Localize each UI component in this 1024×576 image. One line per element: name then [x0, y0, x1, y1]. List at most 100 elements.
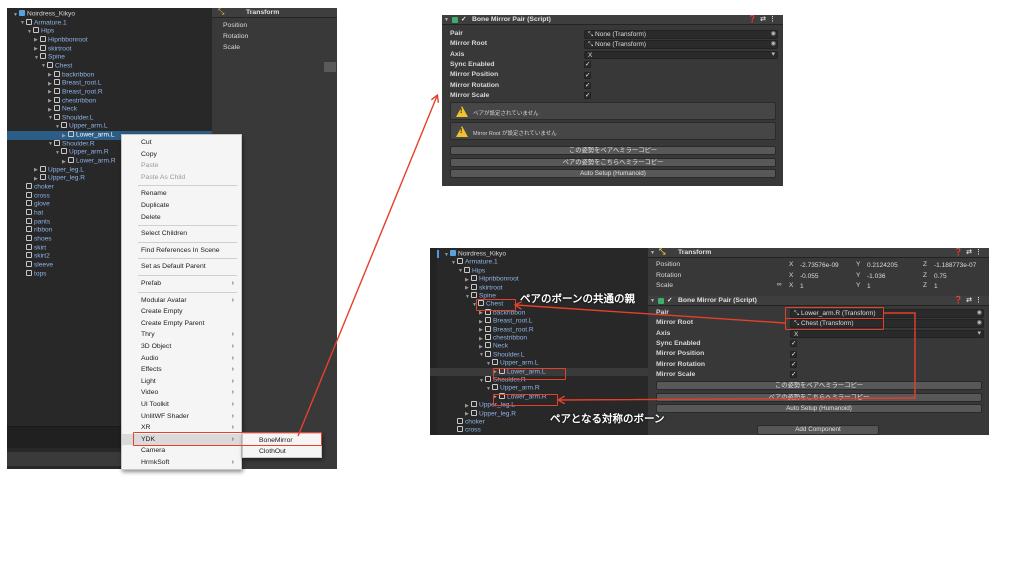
object-picker-icon[interactable]: ◉	[771, 41, 776, 48]
checkbox-mirror-position[interactable]: ✓	[790, 350, 797, 358]
presets-icon[interactable]: ⇄	[760, 16, 769, 23]
tree-row-chestribbon[interactable]: ▶ chestribbon	[7, 96, 212, 106]
menu-item-cut[interactable]: Cut	[122, 137, 241, 148]
menu-item-hrmksoft[interactable]: HrmkSoft ›	[122, 457, 241, 468]
menu-item-rename[interactable]: Rename	[122, 188, 241, 199]
menu-item-select-children[interactable]: Select Children	[122, 228, 241, 239]
checkbox-mirror-rotation[interactable]: ✓	[790, 361, 797, 368]
transform-rotation-x-field[interactable]: -0.055	[796, 271, 854, 280]
transform-position-z-field[interactable]: -1.188773e-07	[930, 261, 988, 270]
auto-setup-button[interactable]: Auto Setup (Humanoid)	[450, 169, 776, 178]
auto-setup-button[interactable]: Auto Setup (Humanoid)	[656, 404, 982, 414]
presets-icon[interactable]: ⇄	[966, 297, 975, 304]
enabled-checkbox[interactable]: ✓	[461, 15, 466, 25]
menu-item-light[interactable]: Light ›	[122, 376, 241, 387]
menu-item-camera[interactable]: Camera	[122, 445, 241, 456]
object-picker-icon[interactable]: ◉	[977, 320, 982, 327]
menu-item-effects[interactable]: Effects ›	[122, 364, 241, 375]
menu-item-ui-toolkit[interactable]: UI Toolkit ›	[122, 399, 241, 410]
tree-row-backribbon[interactable]: ▶ backribbon	[7, 70, 212, 80]
transform-rotation-y-field[interactable]: -1.036	[863, 271, 921, 280]
transform-scale-y-field[interactable]: 1	[863, 282, 921, 291]
tree-row-chestribbon[interactable]: ▶ chestribbon	[430, 334, 648, 343]
transform-header-icons[interactable]: ❓⇄⋮	[954, 248, 985, 258]
tree-row-hips[interactable]: ▼ Hips	[430, 266, 648, 276]
dropdown-arrow-icon[interactable]: ▾	[771, 52, 775, 58]
transform-position-x-field[interactable]: -2.73576e-09	[796, 261, 854, 270]
mirror-copy-from-pair-button[interactable]: ペアの姿勢をこちらへミラーコピー	[656, 392, 982, 402]
menu-item-set-as-default-parent[interactable]: Set as Default Parent	[122, 261, 241, 272]
tree-row-spine[interactable]: ▼ Spine	[7, 53, 212, 62]
tree-row-noirdress-kikyo[interactable]: ▼ Noirdress_Kikyo	[7, 10, 212, 19]
tree-row-neck[interactable]: ▶ Neck	[430, 342, 648, 351]
help-icon[interactable]: ❓	[954, 297, 966, 304]
tree-row-cross[interactable]: cross	[430, 426, 648, 435]
bottom-transform-header[interactable]: ▼ ⤡ Transform ❓⇄⋮	[648, 248, 989, 258]
menu-item-modular-avatar[interactable]: Modular Avatar ›	[122, 295, 241, 306]
foldout-arrow-icon[interactable]: ▼	[650, 296, 655, 306]
transform-position-y-field[interactable]: 0.2124205	[863, 261, 921, 270]
bottom-component-header[interactable]: ▼ ✓ Bone Mirror Pair (Script) ❓⇄⋮	[648, 296, 989, 306]
checkbox-mirror-rotation[interactable]: ✓	[584, 82, 591, 89]
checkbox-mirror-scale[interactable]: ✓	[584, 92, 591, 100]
tree-row-noirdress-kikyo[interactable]: ▼ Noirdress_Kikyo	[430, 250, 648, 259]
field-axis[interactable]: X ▾	[584, 50, 778, 60]
tree-row-shoulder-l[interactable]: ▼ Shoulder.L	[430, 350, 648, 360]
checkbox-mirror-position[interactable]: ✓	[584, 71, 591, 79]
foldout-arrow-icon[interactable]: ▼	[650, 248, 655, 258]
checkbox-sync-enabled[interactable]: ✓	[790, 340, 797, 348]
tree-row-neck[interactable]: ▶ Neck	[7, 105, 212, 114]
kebab-menu-icon[interactable]: ⋮	[975, 249, 985, 256]
tree-row-shoulder-l[interactable]: ▼ Shoulder.L	[7, 113, 212, 123]
menu-item-create-empty-parent[interactable]: Create Empty Parent	[122, 318, 241, 329]
checkbox-mirror-scale[interactable]: ✓	[790, 371, 797, 379]
menu-item-duplicate[interactable]: Duplicate	[122, 200, 241, 211]
field-axis[interactable]: X ▾	[790, 329, 984, 339]
tree-row-breast-root-r[interactable]: ▶ Breast_root.R	[430, 325, 648, 335]
transform-rotation-z-field[interactable]: 0.75	[930, 271, 988, 280]
tree-row-breast-root-l[interactable]: ▶ Breast_root.L	[7, 79, 212, 88]
object-picker-icon[interactable]: ◉	[771, 31, 776, 38]
menu-item-unlitwf-shader[interactable]: UnlitWF Shader ›	[122, 411, 241, 422]
tree-row-skirtroot[interactable]: ▶ skirtroot	[7, 44, 212, 54]
checkbox-sync-enabled[interactable]: ✓	[584, 61, 591, 69]
enabled-checkbox[interactable]: ✓	[667, 296, 672, 306]
transform-scale-z-field[interactable]: 1	[930, 282, 988, 291]
component-header-icons[interactable]: ❓⇄⋮	[954, 296, 985, 306]
tree-row-breast-root-r[interactable]: ▶ Breast_root.R	[7, 87, 212, 97]
menu-item-create-empty[interactable]: Create Empty	[122, 306, 241, 317]
tree-row-hips[interactable]: ▼ Hips	[7, 27, 212, 36]
field-mirror-root[interactable]: ⤡ None (Transform) ◉	[584, 40, 778, 49]
tree-row-armature-1[interactable]: ▼ Armature.1	[430, 258, 648, 267]
mirror-copy-to-pair-button[interactable]: この姿勢をペアへミラーコピー	[450, 146, 776, 155]
top-component-header[interactable]: ▼ ✓ Bone Mirror Pair (Script) ❓⇄⋮	[442, 15, 783, 25]
menu-item-3d-object[interactable]: 3D Object ›	[122, 341, 241, 352]
kebab-menu-icon[interactable]: ⋮	[975, 297, 985, 304]
tree-row-breast-root-l[interactable]: ▶ Breast_root.L	[430, 317, 648, 326]
tree-row-armature-1[interactable]: ▼ Armature.1	[7, 18, 212, 28]
menu-item-video[interactable]: Video ›	[122, 387, 241, 398]
tree-row-chest[interactable]: ▼ Chest	[7, 61, 212, 71]
kebab-menu-icon[interactable]: ⋮	[769, 16, 779, 23]
mirror-copy-from-pair-button[interactable]: ペアの姿勢をこちらへミラーコピー	[450, 157, 776, 167]
left-transform-scrollbar[interactable]	[324, 62, 336, 72]
menu-item-copy[interactable]: Copy	[122, 149, 241, 160]
help-icon[interactable]: ❓	[954, 249, 966, 256]
tree-row-upper-arm-l[interactable]: ▼ Upper_arm.L	[7, 122, 212, 131]
menu-item-delete[interactable]: Delete	[122, 212, 241, 223]
menu-item-prefab[interactable]: Prefab ›	[122, 278, 241, 289]
presets-icon[interactable]: ⇄	[966, 249, 975, 256]
dropdown-arrow-icon[interactable]: ▾	[977, 331, 981, 337]
constrain-proportions-icon[interactable]: ∞	[777, 281, 782, 288]
add-component-button[interactable]: Add Component	[757, 425, 879, 435]
component-header-icons[interactable]: ❓⇄⋮	[748, 15, 779, 25]
mirror-copy-to-pair-button[interactable]: この姿勢をペアへミラーコピー	[656, 381, 982, 390]
object-picker-icon[interactable]: ◉	[977, 310, 982, 317]
menu-item-thry[interactable]: Thry ›	[122, 329, 241, 340]
tree-row-hipribbonroot[interactable]: ▶ Hipribbonroot	[430, 275, 648, 284]
menu-item-find-references-in-scene[interactable]: Find References In Scene	[122, 245, 241, 256]
menu-item-audio[interactable]: Audio ›	[122, 353, 241, 364]
tree-row-upper-arm-l[interactable]: ▼ Upper_arm.L	[430, 359, 648, 368]
tree-row-hipribbonroot[interactable]: ▶ Hipribbonroot	[7, 35, 212, 45]
field-pair[interactable]: ⤡ None (Transform) ◉	[584, 30, 778, 39]
